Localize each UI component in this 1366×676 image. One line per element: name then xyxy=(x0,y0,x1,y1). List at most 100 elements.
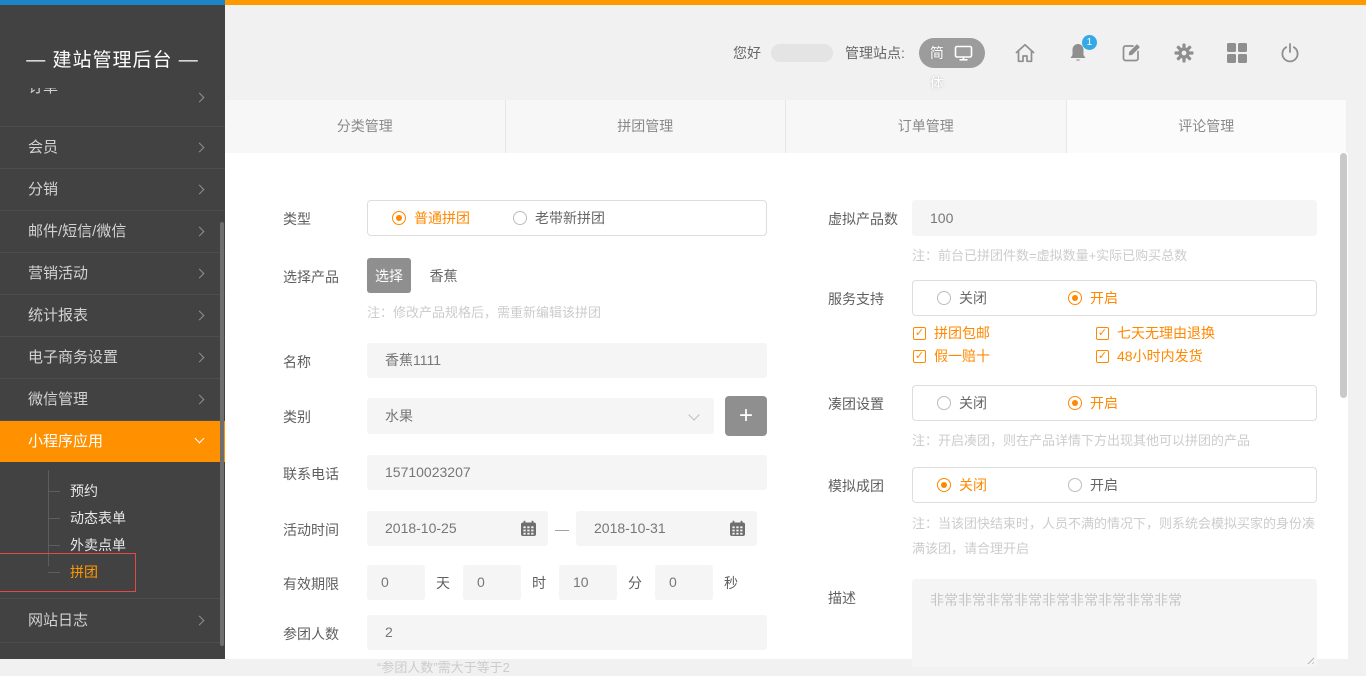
start-date-input[interactable]: 2018-10-25 xyxy=(367,511,548,546)
notification-badge: 1 xyxy=(1082,35,1097,50)
sidebar-item-distribution[interactable]: 分销 xyxy=(0,169,225,211)
field-phone: 联系电话 15710023207 xyxy=(283,455,783,490)
date-range-separator: — xyxy=(555,521,569,537)
field-members: 参团人数 2 “参团人数”需大于等于2 xyxy=(283,615,783,676)
chevron-right-icon xyxy=(195,227,205,237)
virtual-count-input[interactable]: 100 xyxy=(912,200,1317,236)
chevron-down-icon xyxy=(195,434,205,444)
sidebar-item-orders[interactable]: 订单 xyxy=(0,88,225,127)
chevron-right-icon xyxy=(195,616,205,626)
chevron-right-icon xyxy=(195,269,205,279)
grid-icon xyxy=(1227,43,1247,63)
apps-button[interactable] xyxy=(1224,40,1250,66)
tab-groupbuy-management[interactable]: 拼团管理 xyxy=(505,100,786,153)
sidebar: — 建站管理后台 — 订单 会员 分销 邮件/短信/微信 营销活动 统计报表 电… xyxy=(0,5,225,659)
language-switcher[interactable]: 简体 xyxy=(919,38,985,68)
compose-button[interactable] xyxy=(1118,40,1144,66)
chevron-right-icon xyxy=(195,395,205,405)
radio-simulate-off[interactable]: 关闭 xyxy=(937,475,1068,495)
simulate-note: 注：当该团快结束时，人员不满的情况下，则系统会模拟买家的身份凑满该团，请合理开启 xyxy=(912,511,1322,561)
notifications-button[interactable]: 1 xyxy=(1065,40,1091,66)
radio-simulate-on[interactable]: 开启 xyxy=(1068,475,1199,495)
sidebar-item-members[interactable]: 会员 xyxy=(0,127,225,169)
days-input[interactable]: 0 xyxy=(367,565,425,600)
chevron-right-icon xyxy=(195,185,205,195)
chevron-right-icon xyxy=(195,353,205,363)
submenu-item-booking[interactable]: 预约 xyxy=(0,478,225,505)
monitor-icon xyxy=(954,45,973,61)
tab-review-management[interactable]: 评论管理 xyxy=(1066,100,1347,153)
home-icon xyxy=(1013,41,1037,65)
select-product-button[interactable]: 选择 xyxy=(367,258,411,293)
tab-order-management[interactable]: 订单管理 xyxy=(785,100,1066,153)
calendar-icon xyxy=(729,520,746,537)
add-category-button[interactable]: + xyxy=(725,396,767,436)
sidebar-item-reports[interactable]: 统计报表 xyxy=(0,295,225,337)
radio-icon xyxy=(1068,478,1082,492)
form-right-column: 虚拟产品数 100 注：前台已拼团件数=虚拟数量+实际已购买总数 服务支持 关闭… xyxy=(828,200,1333,667)
checkbox-fake-one-pay-ten[interactable]: 假一赔十 xyxy=(913,346,1096,366)
form-left-column: 类型 普通拼团 老带新拼团 选择产品 选择 香蕉 注 xyxy=(283,200,783,676)
field-validity: 有效期限 0 天 0 时 10 分 0 秒 xyxy=(283,565,783,600)
gear-icon xyxy=(1172,41,1196,65)
submenu-item-group-buy[interactable]: 拼团 xyxy=(0,559,225,586)
name-input[interactable]: 香蕉1111 xyxy=(367,343,767,378)
radio-icon xyxy=(937,396,951,410)
sidebar-item-wechat-management[interactable]: 微信管理 xyxy=(0,379,225,421)
logout-button[interactable] xyxy=(1277,40,1303,66)
sidebar-item-mail-sms-wechat[interactable]: 邮件/短信/微信 xyxy=(0,211,225,253)
radio-icon xyxy=(513,211,527,225)
field-description: 描述 非常非常非常非常非常非常非常非常非常 xyxy=(828,579,1333,667)
phone-input[interactable]: 15710023207 xyxy=(367,455,767,490)
minutes-input[interactable]: 10 xyxy=(559,565,617,600)
site-label: 管理站点: xyxy=(845,43,905,63)
username-redacted xyxy=(771,44,833,62)
main-content: 类型 普通拼团 老带新拼团 选择产品 选择 香蕉 注 xyxy=(225,153,1348,659)
radio-icon xyxy=(1068,291,1082,305)
chevron-right-icon xyxy=(195,143,205,153)
description-textarea[interactable]: 非常非常非常非常非常非常非常非常非常 xyxy=(912,579,1317,667)
radio-normal-groupbuy[interactable]: 普通拼团 xyxy=(392,208,513,228)
home-button[interactable] xyxy=(1012,40,1038,66)
seconds-input[interactable]: 0 xyxy=(655,565,713,600)
submenu-item-takeout[interactable]: 外卖点单 xyxy=(0,532,225,559)
checkbox-icon xyxy=(913,327,926,340)
sidebar-menu: 订单 会员 分销 邮件/短信/微信 营销活动 统计报表 电子商务设置 微信管理 … xyxy=(0,88,225,643)
group-fill-note: 注：开启凑团，则在产品详情下方出现其他可以拼团的产品 xyxy=(912,430,1333,449)
tab-category-management[interactable]: 分类管理 xyxy=(225,100,505,153)
radio-icon xyxy=(392,211,406,225)
field-virtual-count: 虚拟产品数 100 注：前台已拼团件数=虚拟数量+实际已购买总数 xyxy=(828,200,1333,264)
settings-button[interactable] xyxy=(1171,40,1197,66)
checkbox-icon xyxy=(913,350,926,363)
sidebar-item-miniprogram-apps[interactable]: 小程序应用 xyxy=(0,421,225,462)
resize-handle[interactable] xyxy=(1305,655,1314,664)
field-group-fill: 凑团设置 关闭 开启 注：开启凑团，则在产品详情下方出现其他可以拼团的产品 xyxy=(828,385,1333,449)
annotation-highlight-box xyxy=(0,553,136,592)
checkbox-7day-return[interactable]: 七天无理由退换 xyxy=(1096,323,1279,343)
radio-groupfill-on[interactable]: 开启 xyxy=(1068,393,1199,413)
sidebar-scrollbar-thumb[interactable] xyxy=(220,222,224,646)
hours-input[interactable]: 0 xyxy=(463,565,521,600)
checkbox-free-shipping[interactable]: 拼团包邮 xyxy=(913,323,1096,343)
submenu-item-dynamic-forms[interactable]: 动态表单 xyxy=(0,505,225,532)
sidebar-item-ecommerce-settings[interactable]: 电子商务设置 xyxy=(0,337,225,379)
header: 您好 管理站点: 简体 1 xyxy=(225,5,1366,100)
radio-service-on[interactable]: 开启 xyxy=(1068,288,1199,308)
power-icon xyxy=(1278,41,1302,65)
members-input[interactable]: 2 xyxy=(367,615,767,650)
content-scrollbar-thumb[interactable] xyxy=(1340,153,1347,398)
checkbox-48h-shipping[interactable]: 48小时内发货 xyxy=(1096,346,1279,366)
field-product: 选择产品 选择 香蕉 注：修改产品规格后，需重新编辑该拼团 xyxy=(283,258,783,321)
category-select[interactable]: 水果 xyxy=(367,398,714,434)
radio-groupfill-off[interactable]: 关闭 xyxy=(937,393,1068,413)
field-service-support: 服务支持 关闭 开启 拼团包邮 xyxy=(828,280,1333,366)
radio-icon xyxy=(937,478,951,492)
selected-product: 香蕉 xyxy=(429,268,457,284)
radio-referral-groupbuy[interactable]: 老带新拼团 xyxy=(513,208,644,228)
end-date-input[interactable]: 2018-10-31 xyxy=(576,511,757,546)
field-simulate: 模拟成团 关闭 开启 注：当该团快结束时，人员不满的情况下，则系统会模拟买家的身… xyxy=(828,467,1333,561)
radio-service-off[interactable]: 关闭 xyxy=(937,288,1068,308)
chevron-right-icon xyxy=(195,311,205,321)
sidebar-item-marketing[interactable]: 营销活动 xyxy=(0,253,225,295)
sidebar-item-site-logs[interactable]: 网站日志 xyxy=(0,599,225,643)
